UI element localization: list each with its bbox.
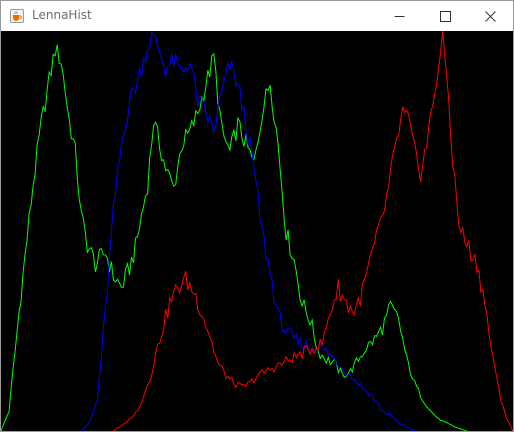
minimize-button[interactable]	[376, 1, 422, 31]
window-title: LennaHist	[32, 8, 92, 22]
histogram-series-1	[80, 31, 415, 431]
title-bar[interactable]: LennaHist	[1, 1, 513, 31]
maximize-icon	[439, 10, 451, 22]
histogram-series-0	[1, 44, 467, 431]
histogram-chart	[1, 31, 513, 431]
java-coffee-cup-icon	[9, 8, 25, 24]
app-window: LennaHist	[0, 0, 514, 432]
minimize-icon	[394, 11, 405, 22]
histogram-series-2	[113, 31, 513, 431]
maximize-button[interactable]	[422, 1, 468, 31]
close-icon	[484, 10, 496, 22]
close-button[interactable]	[467, 1, 513, 31]
histogram-canvas	[1, 31, 513, 431]
